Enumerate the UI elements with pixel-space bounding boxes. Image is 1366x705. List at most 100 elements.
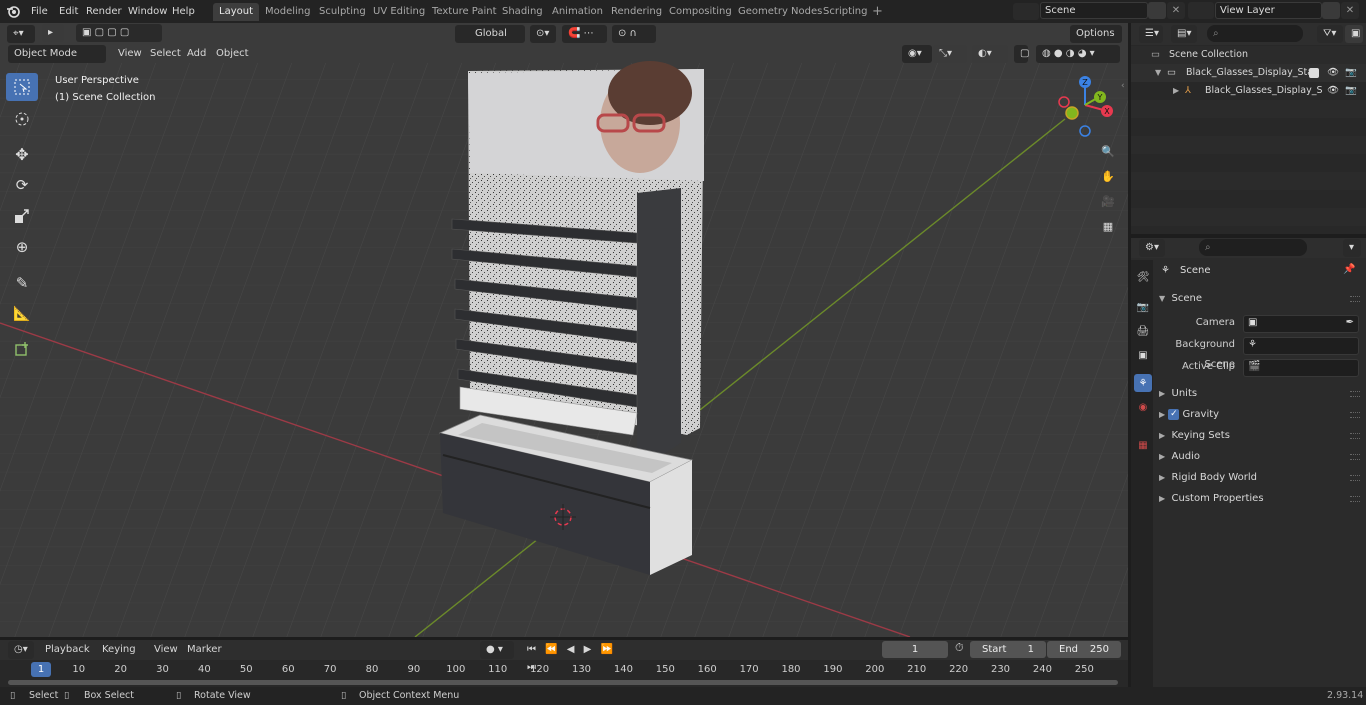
overlays-toggle-icon[interactable]: ◐▾ [972, 45, 1008, 63]
current-frame-field[interactable]: 1 [882, 641, 948, 658]
filter-icon[interactable]: ⛛▾ [1317, 25, 1343, 43]
background-scene-field[interactable]: ⚘ [1243, 337, 1359, 355]
scene-panel-header[interactable]: ▼ Scene [1159, 289, 1202, 309]
expand-arrow-icon[interactable]: ▶ [1173, 82, 1179, 100]
snapping-icon[interactable]: 🧲 ⋯ [562, 25, 607, 43]
new-scene-icon[interactable] [1148, 2, 1166, 19]
tool-measure-icon[interactable]: 📐 [6, 300, 38, 328]
tab-texture-paint[interactable]: Texture Paint [426, 3, 503, 21]
timeline-menu-view[interactable]: View [149, 641, 183, 659]
delete-scene-icon[interactable]: ✕ [1167, 2, 1185, 19]
menu-window[interactable]: Window [123, 3, 172, 20]
timeline-menu-keying[interactable]: Keying [97, 641, 141, 659]
options-dropdown[interactable]: Options [1070, 25, 1122, 43]
delete-view-layer-icon[interactable]: ✕ [1341, 2, 1359, 19]
keying-sets-panel-header[interactable]: ▶ Keying Sets [1159, 426, 1230, 446]
start-frame-field[interactable]: Start 1 [970, 641, 1046, 658]
transform-orientation[interactable]: Global [455, 25, 525, 43]
navigation-gizmo[interactable]: Z X Y [1055, 73, 1121, 143]
audio-panel-header[interactable]: ▶ Audio [1159, 447, 1200, 467]
properties-options-icon[interactable]: ▾ [1343, 239, 1361, 257]
tool-move-icon[interactable]: ✥ [6, 140, 38, 168]
blender-logo-icon[interactable] [6, 4, 20, 18]
timeline-scrollbar[interactable] [8, 680, 1118, 685]
tab-compositing[interactable]: Compositing [663, 3, 738, 21]
end-frame-field[interactable]: End 250 [1047, 641, 1121, 658]
output-tab-icon[interactable]: 🖨 [1134, 322, 1152, 340]
tool-tab-icon[interactable]: 🛠 [1134, 268, 1152, 286]
selection-mode-icons[interactable]: ▣ ▢ ▢ ▢ [76, 24, 162, 42]
tool-cursor-icon[interactable] [6, 105, 38, 133]
view-layer-selector-icon[interactable] [1188, 2, 1214, 19]
texture-tab-icon[interactable]: ▦ [1134, 436, 1152, 454]
tool-select-box-icon[interactable] [6, 73, 38, 101]
world-tab-icon[interactable]: ◉ [1134, 398, 1152, 416]
pivot-point-icon[interactable]: ⊙▾ [530, 25, 556, 43]
select-tool-icon[interactable]: ▸ [42, 24, 64, 42]
shading-mode-icons[interactable]: ◍ ● ◑ ◕ ▾ [1036, 45, 1120, 63]
tool-rotate-icon[interactable]: ⟳ [6, 171, 38, 199]
render-camera-icon[interactable]: 📷 [1345, 64, 1357, 82]
exclude-checkbox[interactable] [1309, 68, 1319, 78]
new-collection-icon[interactable]: ▣ [1345, 25, 1363, 43]
gravity-panel-header[interactable]: ▶ ✓ Gravity [1159, 405, 1219, 425]
visibility-eye-icon[interactable]: 👁 [1327, 82, 1339, 100]
properties-editor-type-icon[interactable]: ⚙▾ [1139, 239, 1165, 257]
camera-field[interactable]: ▣ ✒ [1243, 315, 1359, 333]
add-workspace-button[interactable]: + [866, 3, 889, 21]
tab-scripting[interactable]: Scripting [817, 3, 873, 21]
display-mode-icon[interactable]: ▤▾ [1171, 25, 1197, 43]
camera-view-icon[interactable]: 🎥 [1097, 190, 1119, 212]
active-clip-field[interactable]: 🎬 [1243, 359, 1359, 377]
viewport-menu-view[interactable]: View [113, 45, 147, 63]
tab-modeling[interactable]: Modeling [259, 3, 317, 21]
menu-render[interactable]: Render [81, 3, 127, 20]
tab-animation[interactable]: Animation [546, 3, 609, 21]
proportional-edit-icon[interactable]: ⊙ ∩ [612, 25, 656, 43]
xray-toggle-icon[interactable]: ▢ [1014, 45, 1029, 63]
outliner-row-object[interactable]: ▶ ⅄ Black_Glasses_Display_S 👁 📷 [1131, 82, 1366, 100]
render-camera-icon[interactable]: 📷 [1345, 82, 1357, 100]
units-panel-header[interactable]: ▶ Units [1159, 384, 1197, 404]
3d-viewport[interactable]: ⌖▾ ▸ ▣ ▢ ▢ ▢ Global ⊙▾ 🧲 ⋯ ⊙ ∩ Options O… [0, 23, 1128, 637]
tab-uv-editing[interactable]: UV Editing [367, 3, 431, 21]
editor-type-icon[interactable]: ⌖▾ [7, 25, 35, 43]
view-layer-field[interactable]: View Layer [1215, 2, 1322, 19]
new-view-layer-icon[interactable] [1322, 2, 1340, 19]
outliner-search-input[interactable]: ⌕ [1207, 25, 1303, 42]
menu-file[interactable]: File [26, 3, 53, 20]
view-layer-tab-icon[interactable]: ▣ [1134, 346, 1152, 364]
timeline-menu-playback[interactable]: Playback [40, 641, 95, 659]
render-tab-icon[interactable]: 📷 [1134, 298, 1152, 316]
scene-name-field[interactable]: Scene [1040, 2, 1148, 19]
properties-search-input[interactable]: ⌕ [1199, 239, 1307, 256]
outliner-row-collection[interactable]: ▼ ▭ Black_Glasses_Display_Stand 👁 📷 [1131, 64, 1366, 82]
zoom-icon[interactable]: 🔍 [1097, 140, 1119, 162]
tab-geometry-nodes[interactable]: Geometry Nodes [732, 3, 828, 21]
ortho-grid-icon[interactable]: ▦ [1097, 215, 1119, 237]
timeline[interactable]: ◷▾ Playback Keying View Marker ● ▾ ⏮ ⏪ ◀… [0, 640, 1128, 687]
outliner-row-scene-collection[interactable]: ▭ Scene Collection [1131, 46, 1366, 64]
playback-controls-icons[interactable]: ⏮ ⏪ ◀ ▶ ⏩ ⏭ [522, 641, 630, 673]
rigid-body-world-panel-header[interactable]: ▶ Rigid Body World [1159, 468, 1257, 488]
scene-selector-icon[interactable] [1013, 3, 1039, 20]
tool-scale-icon[interactable] [6, 202, 38, 230]
pan-hand-icon[interactable]: ✋ [1097, 165, 1119, 187]
menu-help[interactable]: Help [167, 3, 200, 20]
tab-layout[interactable]: Layout [213, 3, 259, 21]
visibility-icon[interactable]: ◉▾ [902, 45, 932, 63]
stopwatch-icon[interactable]: ⏱ [955, 641, 964, 655]
tab-rendering[interactable]: Rendering [605, 3, 668, 21]
object-mode-dropdown[interactable]: Object Mode [8, 45, 106, 63]
timeline-menu-marker[interactable]: Marker [182, 641, 227, 659]
viewport-menu-select[interactable]: Select [145, 45, 186, 63]
tool-transform-icon[interactable]: ⊕ [6, 233, 38, 261]
visibility-eye-icon[interactable]: 👁 [1327, 64, 1339, 82]
auto-keying-icon[interactable]: ● ▾ [480, 641, 514, 659]
expand-arrow-icon[interactable]: ▼ [1155, 64, 1161, 82]
gizmo-toggle-icon[interactable]: ⤡▾ [933, 45, 967, 63]
viewport-menu-add[interactable]: Add [182, 45, 211, 63]
tab-shading[interactable]: Shading [496, 3, 549, 21]
pin-icon[interactable]: 📌 [1343, 264, 1355, 275]
scene-tab-icon[interactable]: ⚘ [1134, 374, 1152, 392]
